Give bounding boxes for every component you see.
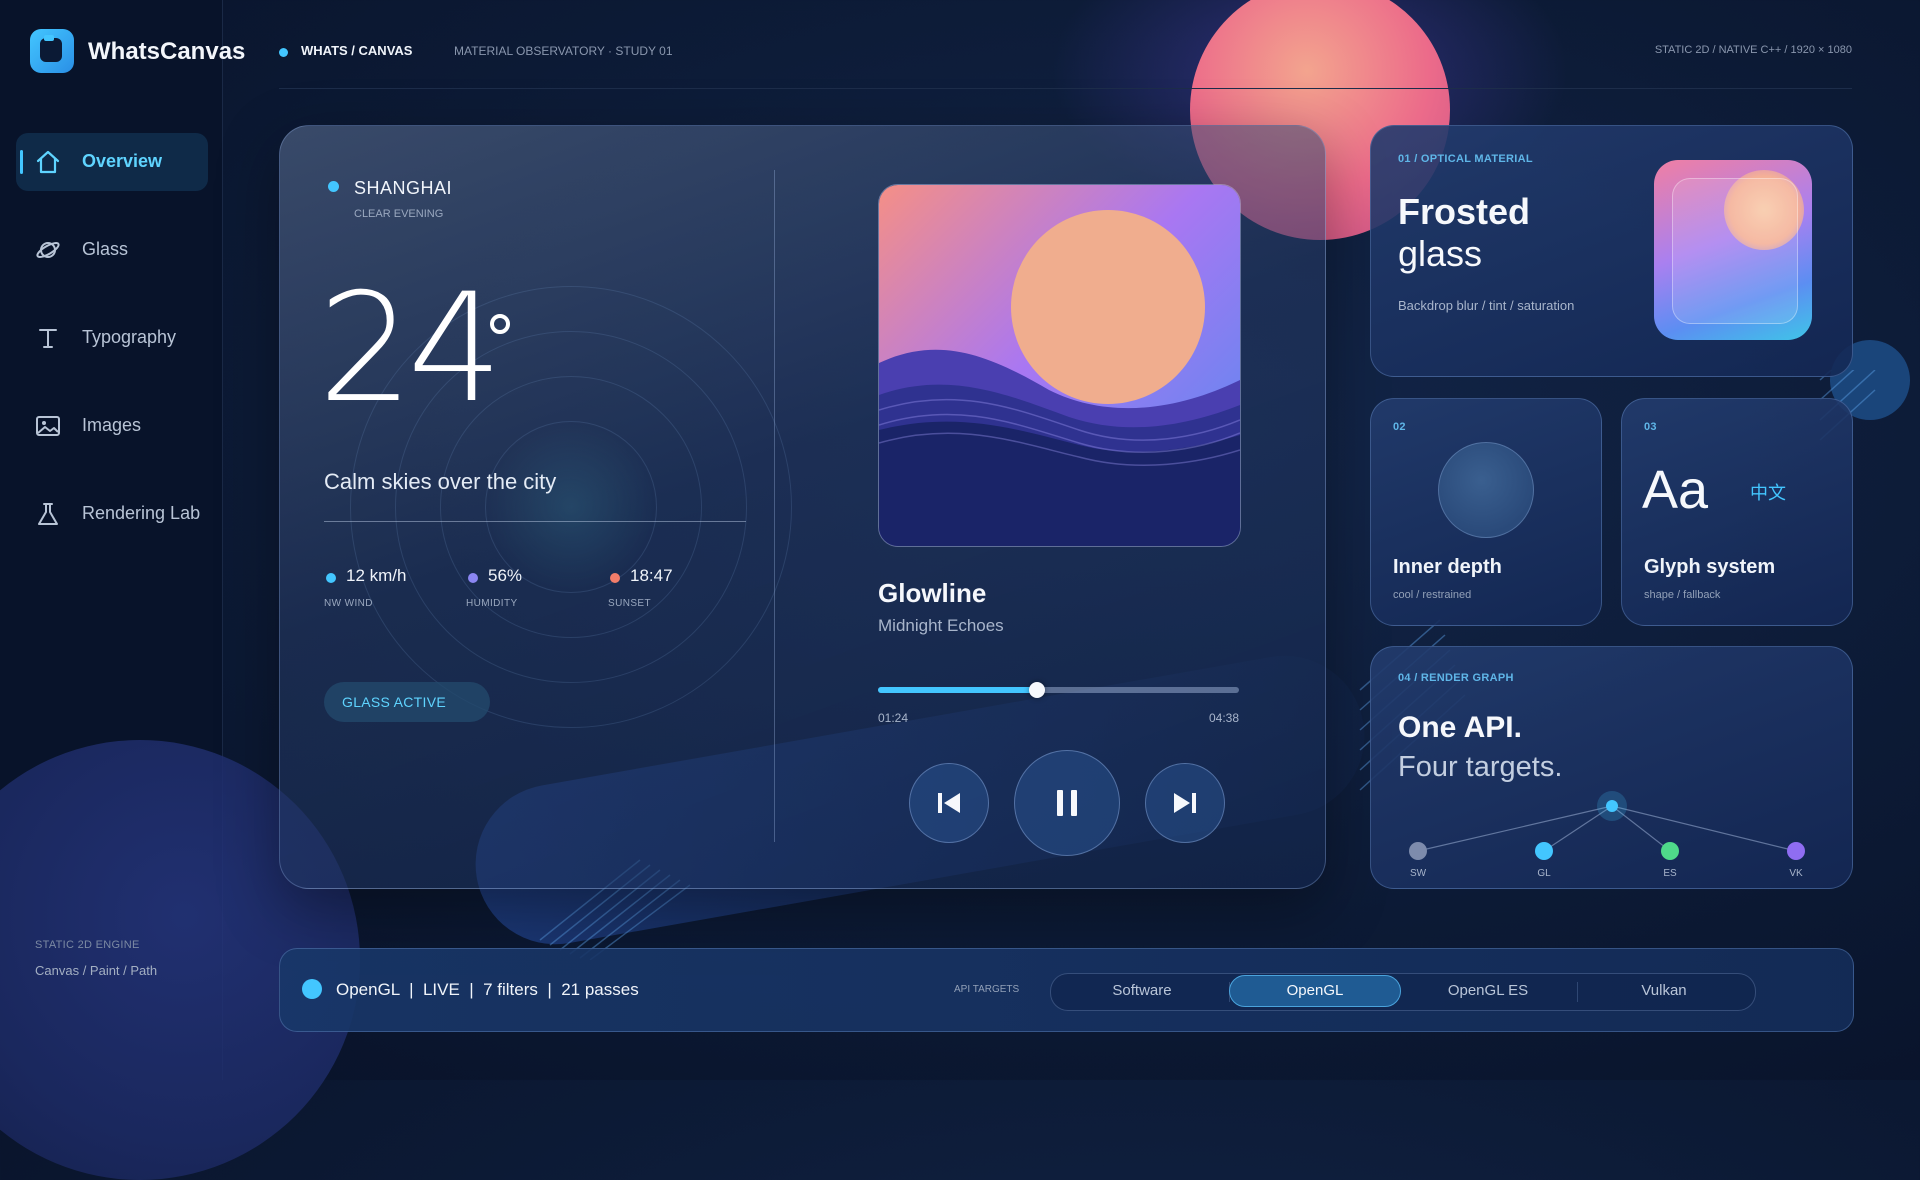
wind-value: 12 km/h: [346, 566, 407, 585]
sunset-dot: [610, 573, 620, 583]
target-software[interactable]: Software: [1057, 974, 1227, 1008]
card-subtitle: Backdrop blur / tint / saturation: [1398, 298, 1575, 313]
sidebar-item-images[interactable]: Images: [16, 397, 208, 455]
node-label: SW: [1409, 868, 1427, 879]
inner-depth-card[interactable]: 02 Inner depth cool / restrained: [1370, 398, 1602, 626]
main-glass-panel: SHANGHAI CLEAR EVENING 24 Calm skies ove…: [279, 125, 1326, 889]
pause-icon: [1057, 790, 1077, 816]
progress-fill: [878, 687, 1037, 693]
album-art: [878, 184, 1241, 547]
render-graph-lines: [1417, 791, 1797, 852]
humidity-value: 56%: [488, 566, 523, 585]
node-label: GL: [1537, 868, 1551, 879]
optical-material-card[interactable]: 01 / OPTICAL MATERIAL Frosted glass Back…: [1370, 125, 1853, 377]
cjk-sample: 中文: [1750, 483, 1786, 504]
wind-dot: [326, 573, 336, 583]
progress-slider[interactable]: [878, 682, 1239, 698]
card-subtitle: shape / fallback: [1644, 589, 1721, 601]
target-vulkan[interactable]: Vulkan: [1579, 974, 1749, 1008]
glass-active-pill[interactable]: GLASS ACTIVE: [324, 682, 490, 722]
node-vulkan[interactable]: [1787, 842, 1805, 860]
node-opengl[interactable]: [1535, 842, 1553, 860]
sidebar-item-label: Rendering Lab: [82, 503, 201, 523]
card-tag: 01 / OPTICAL MATERIAL: [1398, 153, 1533, 165]
render-hub-node: [1606, 800, 1618, 812]
pill-label: GLASS ACTIVE: [342, 694, 446, 710]
wind-label: NW WIND: [324, 598, 373, 609]
sidebar-item-glass[interactable]: Glass: [16, 221, 208, 279]
previous-button[interactable]: [909, 763, 989, 843]
header-meta: STATIC 2D / NATIVE C++ / 1920 × 1080: [1654, 44, 1852, 56]
node-label: ES: [1663, 868, 1677, 879]
api-target-selector[interactable]: Software OpenGL OpenGL ES Vulkan: [1050, 973, 1756, 1011]
location-dot: [328, 181, 339, 192]
weather-temperature: 24: [318, 262, 503, 436]
sunset-label: SUNSET: [608, 598, 651, 609]
header-title: WHATS / CANVAS: [301, 43, 413, 58]
planet-icon: [36, 242, 60, 258]
render-status: OpenGL | LIVE | 7 filters | 21 passes: [336, 980, 639, 999]
live-status-dot: [302, 979, 322, 999]
total-time: 04:38: [1208, 711, 1239, 725]
song-title: Glowline: [878, 578, 987, 608]
target-opengl[interactable]: OpenGL: [1229, 975, 1401, 1007]
degree-symbol: [490, 314, 510, 334]
humidity-label: HUMIDITY: [466, 598, 518, 609]
card-title-line2: glass: [1398, 233, 1483, 274]
render-graph-card[interactable]: 04 / RENDER GRAPH One API. Four targets.…: [1370, 646, 1853, 889]
weather-condition: CLEAR EVENING: [354, 208, 444, 220]
brand-name: WhatsCanvas: [88, 38, 246, 65]
home-icon: [36, 150, 60, 174]
current-time: 01:24: [878, 711, 909, 725]
card-title: Inner depth: [1393, 556, 1502, 578]
card-title-line1: Frosted: [1398, 191, 1531, 232]
song-artist: Midnight Echoes: [878, 616, 1004, 635]
flask-icon: [38, 503, 58, 525]
bottom-status-bar: OpenGL | LIVE | 7 filters | 21 passes AP…: [279, 948, 1854, 1032]
node-software[interactable]: [1409, 842, 1427, 860]
sidebar: WhatsCanvas Overview Glass Typography Im…: [0, 0, 360, 1180]
humidity-dot: [468, 573, 478, 583]
target-opengl-es[interactable]: OpenGL ES: [1403, 974, 1573, 1008]
card-title: Glyph system: [1644, 556, 1776, 578]
glyph-sample: Aa: [1642, 460, 1709, 520]
frosted-glass-sample: [1654, 160, 1812, 340]
sidebar-item-label: Typography: [82, 327, 177, 347]
engine-subtitle: Canvas / Paint / Path: [35, 963, 158, 978]
sidebar-item-label: Images: [82, 415, 142, 435]
text-icon: [39, 329, 57, 348]
sunset-value: 18:47: [630, 566, 673, 585]
next-icon: [1174, 793, 1196, 813]
card-tag: 03: [1644, 421, 1657, 433]
card-tag: 02: [1393, 421, 1406, 433]
api-targets-label: API TARGETS: [954, 984, 1020, 995]
header-status-dot: [279, 48, 288, 57]
app-logo-icon: [30, 29, 74, 73]
image-icon: [36, 416, 60, 436]
progress-handle[interactable]: [1028, 682, 1045, 698]
pause-button[interactable]: [1014, 750, 1120, 856]
sidebar-item-label: Glass: [82, 239, 129, 259]
sidebar-item-overview[interactable]: Overview: [16, 133, 208, 191]
next-button[interactable]: [1145, 763, 1225, 843]
header-divider: [279, 88, 1852, 89]
sidebar-item-rendering-lab[interactable]: Rendering Lab: [16, 485, 208, 543]
engine-title: STATIC 2D ENGINE: [35, 939, 140, 951]
header-subtitle: MATERIAL OBSERVATORY · STUDY 01: [454, 44, 673, 58]
previous-icon: [938, 793, 960, 813]
weather-tagline: Calm skies over the city: [324, 469, 557, 494]
card-subtitle: cool / restrained: [1393, 589, 1472, 601]
sidebar-item-typography[interactable]: Typography: [16, 309, 208, 367]
glyph-system-card[interactable]: 03 Aa 中文 Glyph system shape / fallback: [1621, 398, 1853, 626]
node-label: VK: [1789, 868, 1803, 879]
panel-divider: [774, 170, 775, 842]
weather-divider: [324, 521, 746, 522]
node-opengl-es[interactable]: [1661, 842, 1679, 860]
depth-orb: [1438, 442, 1534, 538]
sidebar-item-label: Overview: [82, 151, 163, 171]
weather-city: SHANGHAI: [354, 178, 453, 198]
